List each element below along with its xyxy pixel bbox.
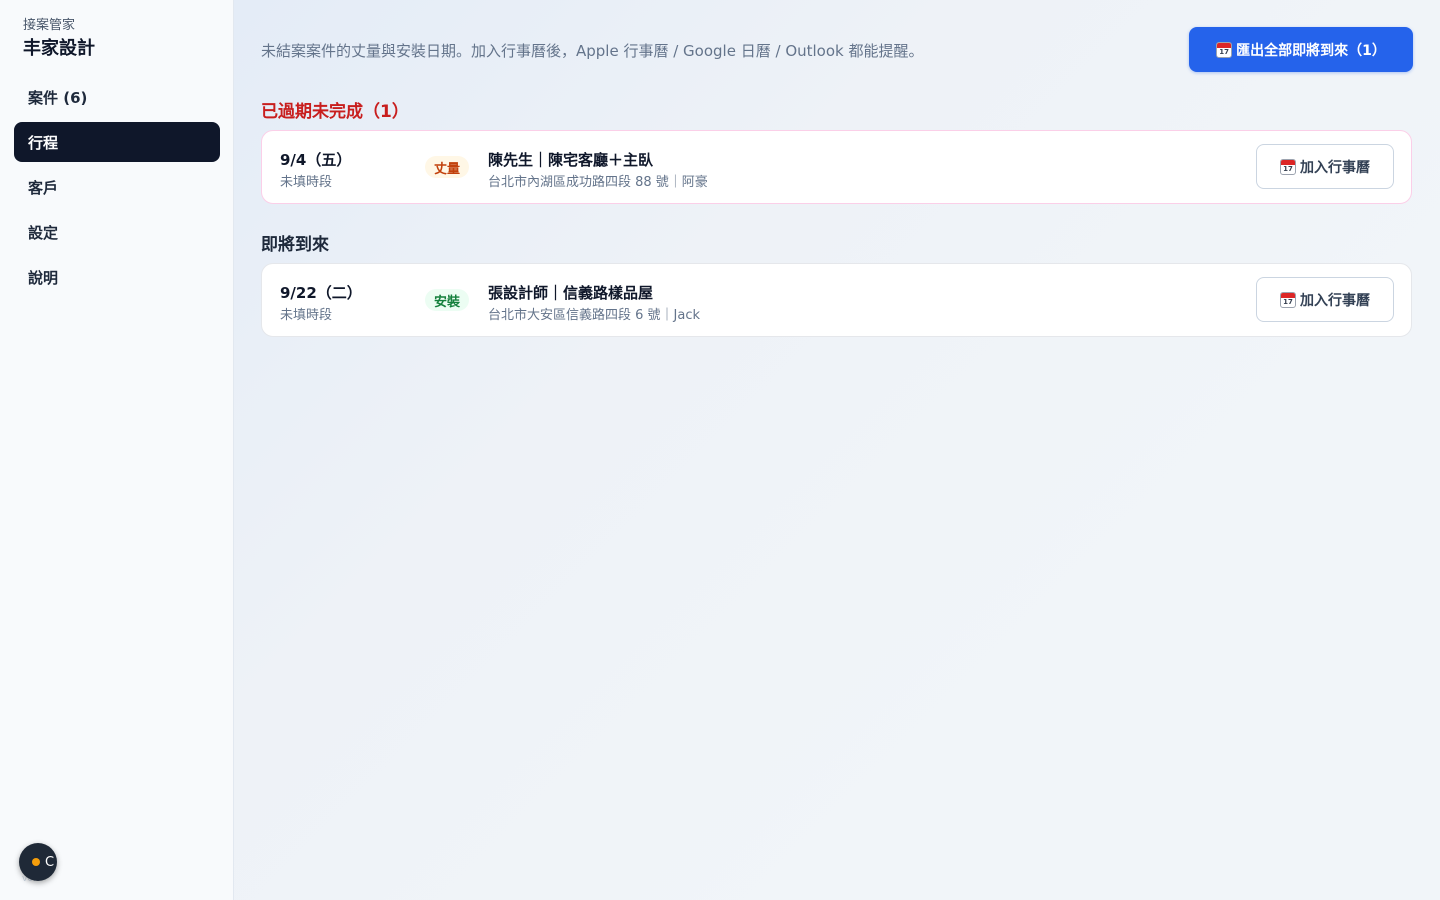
page-description: 未結案案件的丈量與安裝日期。加入行事曆後，Apple 行事曆 / Google … <box>261 42 924 60</box>
add-to-calendar-button[interactable]: 加入行事曆 <box>1256 277 1394 322</box>
sidebar-item-schedule[interactable]: 行程 <box>14 122 220 162</box>
case-address: 台北市內湖區成功路四段 88 號｜阿豪 <box>488 175 708 190</box>
studio-name: 丰家設計 <box>23 38 95 59</box>
schedule-time-slot: 未填時段 <box>280 175 333 190</box>
calendar-icon <box>1280 291 1296 308</box>
schedule-date: 9/22（二） <box>280 284 362 302</box>
status-letter: C <box>45 854 55 870</box>
upcoming-section-title: 即將到來 <box>261 235 329 255</box>
schedule-card-upcoming: 9/22（二） 未填時段 安裝 張設計師｜信義路樣品屋 台北市大安區信義路四段 … <box>261 263 1412 337</box>
add-to-calendar-button[interactable]: 加入行事曆 <box>1256 144 1394 189</box>
export-all-upcoming-button[interactable]: 匯出全部即將到來（1） <box>1189 27 1413 72</box>
install-tag: 安裝 <box>425 289 470 311</box>
add-to-calendar-label: 加入行事曆 <box>1300 159 1370 176</box>
schedule-card-overdue: 9/4（五） 未填時段 丈量 陳先生｜陳宅客廳＋主臥 台北市內湖區成功路四段 8… <box>261 130 1412 204</box>
export-all-upcoming-label: 匯出全部即將到來（1） <box>1236 42 1386 59</box>
case-title: 張設計師｜信義路樣品屋 <box>488 284 654 302</box>
sidebar: 接案管家 丰家設計 案件 (6) 行程 客戶 設定 說明 v0.5 C <box>0 0 234 900</box>
sidebar-item-settings[interactable]: 設定 <box>14 212 220 252</box>
sidebar-nav: 案件 (6) 行程 客戶 設定 說明 <box>14 77 220 302</box>
case-title: 陳先生｜陳宅客廳＋主臥 <box>488 151 654 169</box>
calendar-icon <box>1216 41 1233 58</box>
schedule-time-slot: 未填時段 <box>280 308 333 323</box>
sidebar-item-clients[interactable]: 客戶 <box>14 167 220 207</box>
sidebar-item-cases[interactable]: 案件 (6) <box>14 77 220 117</box>
case-address: 台北市大安區信義路四段 6 號｜Jack <box>488 308 701 323</box>
status-dot-icon <box>32 858 40 866</box>
schedule-date: 9/4（五） <box>280 151 352 169</box>
sidebar-item-help[interactable]: 說明 <box>14 257 220 297</box>
main-content: 未結案案件的丈量與安裝日期。加入行事曆後，Apple 行事曆 / Google … <box>234 0 1440 900</box>
overdue-section-title: 已過期未完成（1） <box>261 102 409 122</box>
calendar-icon <box>1280 158 1296 175</box>
status-indicator-button[interactable]: C <box>19 843 57 881</box>
measure-tag: 丈量 <box>425 156 470 178</box>
app-name: 接案管家 <box>23 18 76 33</box>
add-to-calendar-label: 加入行事曆 <box>1300 292 1370 309</box>
